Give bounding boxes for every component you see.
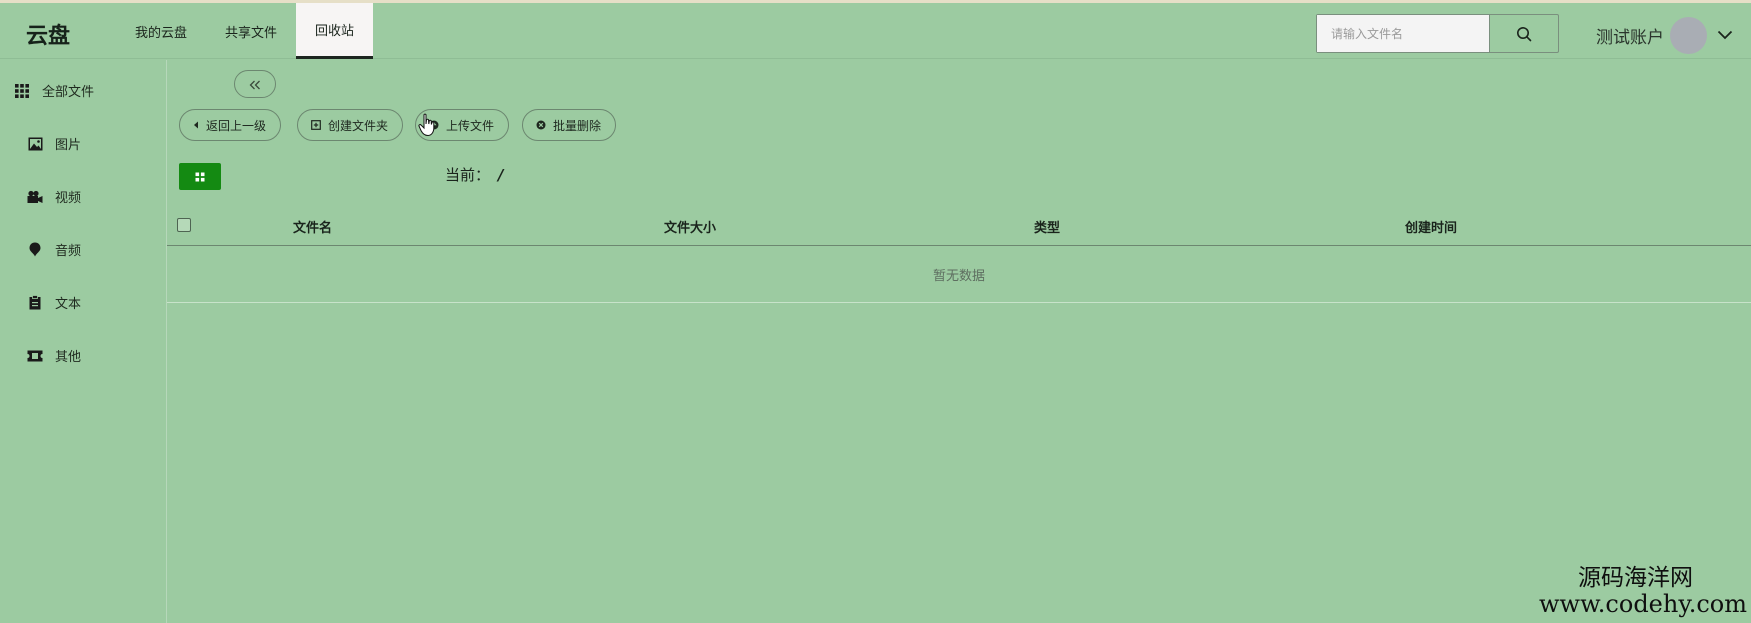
grid-view-icon xyxy=(195,172,205,181)
create-folder-label: 创建文件夹 xyxy=(328,118,389,133)
column-header-filesize[interactable]: 文件大小 xyxy=(664,217,716,236)
sidebar-item-label: 全部文件 xyxy=(42,85,95,100)
current-path-value: / xyxy=(498,166,504,184)
sidebar-item-label: 音频 xyxy=(55,244,82,259)
caret-left-icon xyxy=(193,121,199,129)
empty-state: 暂无数据 xyxy=(167,247,1751,303)
sidebar-item-all-files[interactable]: 全部文件 xyxy=(14,81,94,100)
upload-file-label: 上传文件 xyxy=(446,118,495,133)
collapse-sidebar-button[interactable] xyxy=(234,70,276,98)
sidebar-item-text[interactable]: 文本 xyxy=(27,293,81,312)
header: 云盘 我的云盘 共享文件 回收站 测试账户 xyxy=(0,3,1751,59)
grid-view-button[interactable] xyxy=(179,163,221,190)
sidebar-item-images[interactable]: 图片 xyxy=(27,134,81,153)
column-header-filename[interactable]: 文件名 xyxy=(293,217,332,236)
back-button[interactable]: 返回上一级 xyxy=(179,109,282,141)
ticket-icon xyxy=(27,348,43,364)
app-logo: 云盘 xyxy=(26,24,71,49)
audio-icon xyxy=(27,242,43,258)
search-box xyxy=(1316,14,1559,53)
sidebar-item-label: 视频 xyxy=(55,191,82,206)
search-input[interactable] xyxy=(1317,15,1489,52)
watermark: 源码海洋网 www.codehy.com xyxy=(1539,565,1747,619)
column-header-created-time[interactable]: 创建时间 xyxy=(1405,217,1457,236)
double-chevron-left-icon xyxy=(249,75,261,94)
nav-shared-files[interactable]: 共享文件 xyxy=(206,3,296,59)
search-icon xyxy=(1517,26,1532,41)
delete-icon xyxy=(536,120,546,130)
watermark-name: 源码海洋网 xyxy=(1578,564,1693,591)
account-name: 测试账户 xyxy=(1596,27,1664,48)
sidebar-item-audio[interactable]: 音频 xyxy=(27,240,81,259)
batch-delete-button[interactable]: 批量删除 xyxy=(522,109,617,141)
nav-recycle-bin[interactable]: 回收站 xyxy=(296,3,374,59)
hand-cursor-icon xyxy=(418,113,438,141)
sidebar-item-other[interactable]: 其他 xyxy=(27,346,81,365)
watermark-url: www.codehy.com xyxy=(1539,590,1747,619)
search-button[interactable] xyxy=(1489,15,1558,52)
batch-delete-label: 批量删除 xyxy=(553,118,602,133)
nav-my-cloud[interactable]: 我的云盘 xyxy=(116,3,206,59)
folder-plus-icon xyxy=(311,120,321,130)
image-icon xyxy=(27,136,43,152)
current-path: 当前： / xyxy=(445,164,504,185)
chevron-down-icon[interactable] xyxy=(1717,30,1733,40)
current-path-label: 当前： xyxy=(445,166,491,184)
column-header-type[interactable]: 类型 xyxy=(1034,217,1060,236)
video-camera-icon xyxy=(27,189,43,205)
grid-icon xyxy=(14,83,30,99)
sidebar-item-label: 其他 xyxy=(55,350,82,365)
select-all-checkbox[interactable] xyxy=(177,218,191,232)
sidebar-item-label: 图片 xyxy=(55,138,82,153)
account-menu[interactable]: 测试账户 xyxy=(1596,16,1733,54)
back-button-label: 返回上一级 xyxy=(206,118,267,133)
clipboard-icon xyxy=(27,295,43,311)
create-folder-button[interactable]: 创建文件夹 xyxy=(297,109,404,141)
sidebar-item-videos[interactable]: 视频 xyxy=(27,187,81,206)
table-header: 文件名 文件大小 类型 创建时间 xyxy=(167,205,1751,246)
sidebar-item-label: 文本 xyxy=(55,297,82,312)
top-nav: 我的云盘 共享文件 回收站 xyxy=(116,3,374,59)
sidebar: 全部文件 图片 视频 音频 文本 其他 xyxy=(0,60,167,623)
avatar[interactable] xyxy=(1670,16,1707,54)
